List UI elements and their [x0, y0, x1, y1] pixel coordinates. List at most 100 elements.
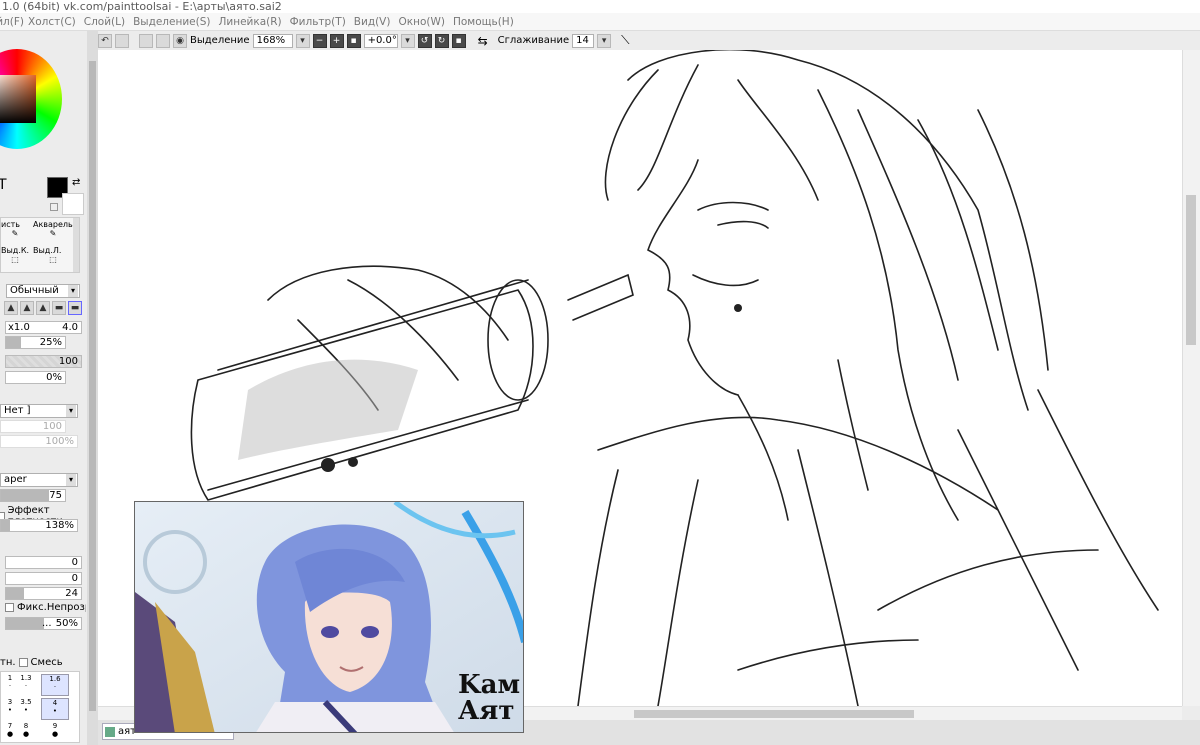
- brush-slot[interactable]: Акварель ✎: [33, 220, 73, 238]
- param-slider-2[interactable]: 0: [5, 572, 82, 585]
- secondary-color-swatch[interactable]: [62, 193, 84, 215]
- size-cell[interactable]: 8 ●: [17, 722, 35, 738]
- canvas-toolbar: ↶ ◉ Выделение 168% ▾ − + ▪ +0.0° ▾ ↺ ↻ ▪…: [98, 31, 1200, 50]
- paper-value: aper: [4, 474, 27, 485]
- shape-button[interactable]: ▲: [4, 301, 18, 315]
- zoom-dropdown[interactable]: ▾: [295, 33, 310, 48]
- size-multiplier: x1.0: [8, 322, 30, 333]
- blend-slider[interactable]: 0%: [5, 371, 66, 384]
- size-slider[interactable]: x1.0 4.0: [5, 321, 82, 334]
- size-cell[interactable]: 1.6 ·: [41, 674, 69, 696]
- texture-slider[interactable]: 100: [0, 420, 66, 433]
- size-cell[interactable]: 1 ·: [3, 674, 17, 690]
- density-effect-value: 138%: [45, 520, 74, 531]
- density-effect-slider[interactable]: 138%: [0, 519, 78, 532]
- param-value-1: 0: [71, 557, 78, 568]
- reference-caption-line-1: Kам: [458, 670, 521, 700]
- size-label: 1.3: [20, 674, 32, 682]
- rotate-reset-button[interactable]: ▪: [451, 33, 466, 48]
- smoothing-input[interactable]: 14: [572, 33, 595, 48]
- menu-layer[interactable]: Слой(L): [80, 16, 129, 28]
- brush-slot[interactable]: Выд.Л. ⬚: [33, 246, 73, 264]
- brush-name: Выд.Л.: [33, 246, 62, 255]
- scrollbar-thumb[interactable]: [89, 61, 96, 711]
- paper-select[interactable]: aper: [0, 473, 78, 487]
- brush-grid-scrollbar[interactable]: [73, 218, 79, 272]
- menu-selection[interactable]: Выделение(S): [129, 16, 214, 28]
- menu-ruler[interactable]: Линейка(R): [215, 16, 286, 28]
- param-slider-4[interactable]: ... 50%: [5, 617, 82, 630]
- deselect-button[interactable]: [156, 33, 170, 48]
- brush-shape-row: ▲ ▲ ▲ ▬ ▬: [4, 301, 82, 315]
- smoothing-value: 14: [576, 35, 589, 46]
- menu-view[interactable]: Вид(V): [350, 16, 395, 28]
- texture-strength-slider[interactable]: 100%: [0, 435, 78, 448]
- menu-help[interactable]: Помощь(H): [449, 16, 518, 28]
- rotation-dropdown[interactable]: ▾: [400, 33, 415, 48]
- size-cell[interactable]: 1.3 ·: [17, 674, 35, 690]
- brush-name: Акварель: [33, 220, 73, 229]
- menu-file[interactable]: Файл(F): [0, 16, 24, 28]
- size-cell[interactable]: 7 ●: [3, 722, 17, 738]
- shape-button[interactable]: ▲: [36, 301, 50, 315]
- rotate-icon[interactable]: ↺: [417, 33, 432, 48]
- select-all-button[interactable]: [139, 33, 153, 48]
- zoom-reset-button[interactable]: ▪: [346, 33, 361, 48]
- size-label: 9: [52, 722, 58, 730]
- density-value: 100: [58, 356, 78, 367]
- line-icon[interactable]: ⟍: [621, 33, 629, 48]
- brush-slot[interactable]: Выд.К. ⬚: [1, 246, 29, 264]
- brush-slot[interactable]: исть ✎: [1, 220, 29, 238]
- selection-label: Выделение: [190, 35, 250, 46]
- texture-select[interactable]: Нет ]: [0, 404, 78, 418]
- density-slider[interactable]: 100: [5, 355, 82, 368]
- reference-image[interactable]: Kам Аят: [134, 501, 524, 733]
- menu-window[interactable]: Окно(W): [394, 16, 448, 28]
- size-cell[interactable]: 4 •: [41, 698, 69, 720]
- paper-strength-slider[interactable]: 75: [0, 489, 66, 502]
- horizontal-scrollbar-thumb[interactable]: [634, 710, 914, 718]
- size-cell[interactable]: 9 ●: [41, 722, 69, 738]
- plus-icon[interactable]: +: [329, 33, 344, 48]
- document-icon: [105, 726, 115, 737]
- minus-icon[interactable]: −: [312, 33, 327, 48]
- mix-checkbox[interactable]: [18, 658, 28, 667]
- param-slider-3[interactable]: 24: [5, 587, 82, 600]
- canvas-vertical-scrollbar[interactable]: [1182, 50, 1200, 706]
- size-cell[interactable]: 3 •: [3, 698, 17, 714]
- redo-button[interactable]: [115, 33, 129, 48]
- blend-mode-select[interactable]: Обычный: [6, 284, 80, 298]
- swap-icon[interactable]: ⇆: [478, 34, 488, 48]
- undo-icon[interactable]: ↶: [98, 33, 112, 48]
- brush-size-grid: 1 · 1.3 · 1.6 · 3 • 3.5 • 4 • 7 ● 8 ● 9 ●: [0, 671, 80, 743]
- shape-button[interactable]: ▲: [20, 301, 34, 315]
- eye-icon[interactable]: ◉: [173, 33, 187, 48]
- size-value: 4.0: [62, 322, 78, 333]
- size-cell[interactable]: 3.5 •: [17, 698, 35, 714]
- rotation-input[interactable]: +0.0°: [363, 33, 398, 48]
- param-slider-1[interactable]: 0: [5, 556, 82, 569]
- smoothing-dropdown[interactable]: ▾: [597, 33, 612, 48]
- min-size-slider[interactable]: 25%: [5, 336, 66, 349]
- rotate-cw-button[interactable]: ↻: [434, 33, 449, 48]
- mix-partial-label: тн.: [0, 657, 16, 668]
- texture-value: Нет ]: [4, 405, 31, 416]
- swap-color-icon[interactable]: ⇄: [72, 177, 80, 188]
- tool-text-partial: T: [0, 177, 7, 193]
- transparent-swatch[interactable]: [50, 203, 58, 211]
- window-title: 1.0 (64bit) vk.com/painttoolsai - E:\арт…: [0, 0, 1200, 13]
- shape-button[interactable]: ▬: [52, 301, 66, 315]
- color-square[interactable]: [0, 75, 36, 123]
- brush-grid: исть ✎ Акварель ✎ Выд.К. ⬚ Выд.Л. ⬚: [0, 217, 80, 273]
- keep-opacity-checkbox[interactable]: Фикс.Непрозр.: [5, 602, 86, 613]
- zoom-input[interactable]: 168%: [252, 33, 293, 48]
- left-panel-scrollbar[interactable]: [87, 31, 98, 745]
- size-label: 3: [7, 698, 13, 706]
- menu-canvas[interactable]: Холст(C): [24, 16, 80, 28]
- shape-button[interactable]: ▬: [68, 301, 82, 315]
- size-label: 1.6: [49, 675, 61, 683]
- paper-strength-value: 75: [49, 490, 62, 501]
- brush-name: исть: [1, 220, 20, 229]
- menu-filter[interactable]: Фильтр(T): [286, 16, 350, 28]
- vertical-scrollbar-thumb[interactable]: [1186, 195, 1196, 345]
